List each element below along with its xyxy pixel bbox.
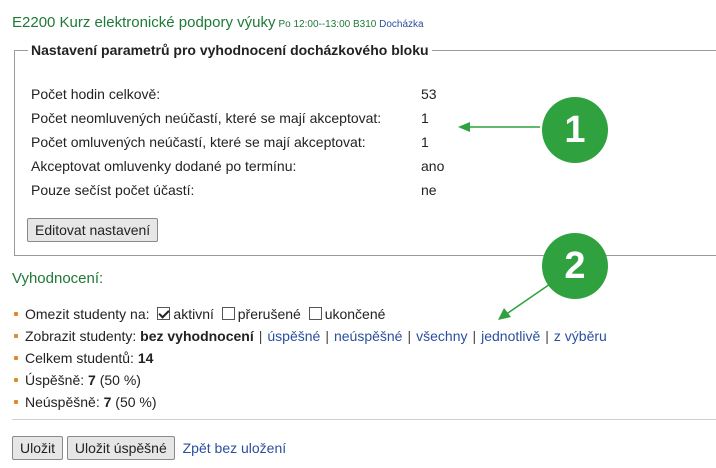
divider [12,419,716,420]
checkbox-active-label: aktivní [173,306,214,322]
checkbox-finished-label: ukončené [324,306,386,322]
footer-actions: Uložit Uložit úspěšné Zpět bez uložení [12,436,286,460]
passed-value: 7 [88,372,96,388]
checkbox-interrupted-label: přerušené [237,306,301,322]
filter-label: Omezit studenty na: [25,306,150,322]
evaluation-list: Omezit studenty na: aktivní přerušené uk… [12,303,607,413]
failed-item: Neúspěšně: 7 (50 %) [12,391,607,413]
bullet-icon [14,378,18,382]
bullet-icon [14,334,18,338]
failed-label: Neúspěšně: [25,394,100,410]
save-passed-button[interactable]: Uložit úspěšné [66,436,175,460]
filter-item: Omezit studenty na: aktivní přerušené uk… [12,303,607,325]
failed-percent: (50 %) [115,394,157,410]
passed-label: Úspěšně: [25,372,85,388]
bullet-icon [14,312,18,316]
passed-item: Úspěšně: 7 (50 %) [12,369,607,391]
show-individually-link[interactable]: jednotlivě [481,328,540,344]
evaluation-title: Vyhodnocení: [12,270,104,287]
annotation-badge-2: 2 [542,233,608,299]
save-button[interactable]: Uložit [12,436,64,460]
arrow-1-head [458,122,470,132]
bullet-icon [14,400,18,404]
passed-percent: (50 %) [99,372,141,388]
total-label: Celkem studentů: [25,350,134,366]
show-selection-link[interactable]: z výběru [554,328,607,344]
show-students-label: Zobrazit studenty: [25,328,137,344]
checkbox-active[interactable] [157,307,171,320]
show-passed-link[interactable]: úspěšné [267,328,320,344]
show-failed-link[interactable]: neúspěšné [334,328,403,344]
show-all-link[interactable]: všechny [416,328,467,344]
show-students-item: Zobrazit studenty: bez vyhodnocení | úspěš… [12,325,607,347]
checkbox-finished[interactable] [308,307,322,320]
bullet-icon [14,356,18,360]
back-without-saving-link[interactable]: Zpět bez uložení [183,440,287,456]
failed-value: 7 [103,394,112,410]
annotation-badge-1: 1 [542,97,608,163]
total-value: 14 [137,350,154,366]
show-current-option: bez vyhodnocení [140,328,254,344]
total-students-item: Celkem studentů: 14 [12,347,607,369]
checkbox-interrupted[interactable] [221,307,235,320]
